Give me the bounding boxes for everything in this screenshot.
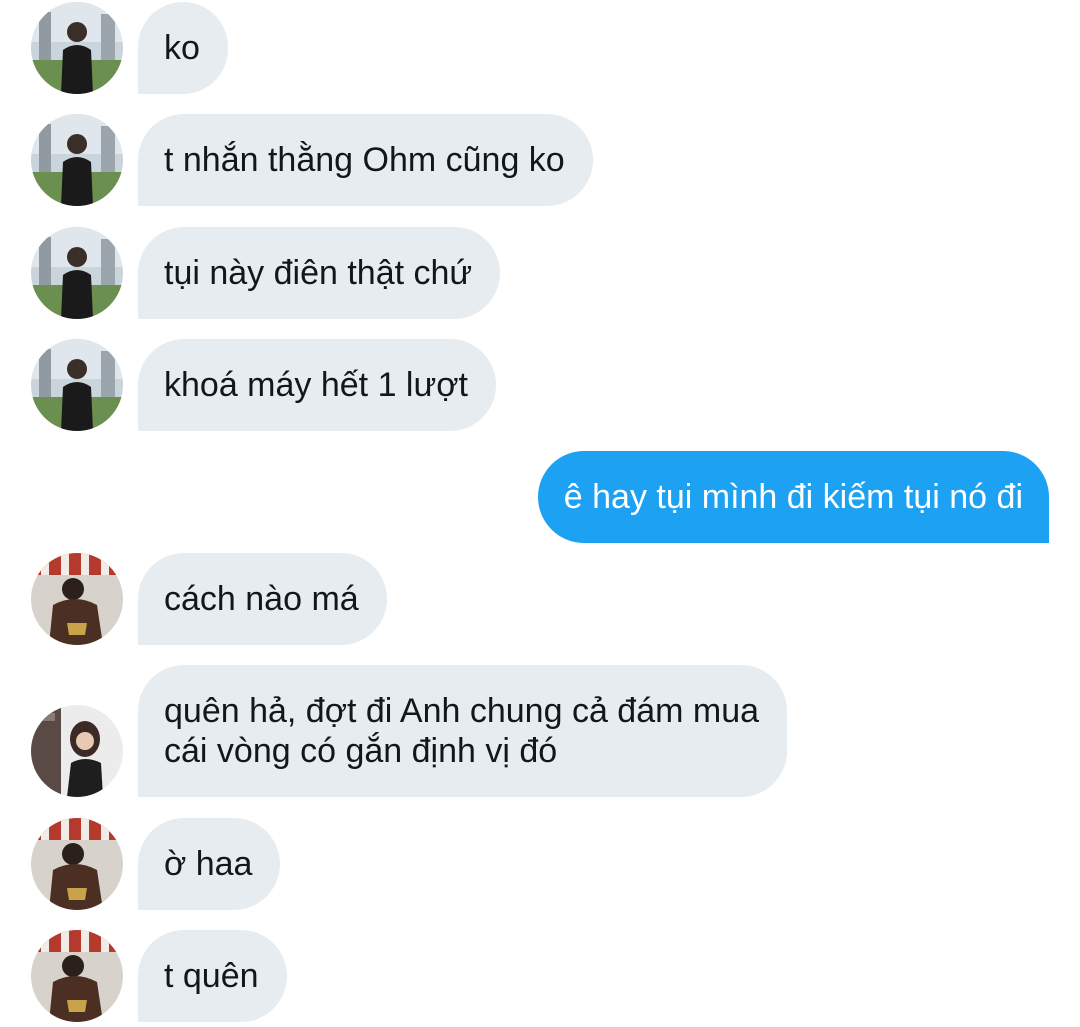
message-bubble[interactable]: cách nào má: [138, 553, 387, 645]
message-text: t nhắn thằng Ohm cũng ko: [164, 141, 565, 179]
avatar-icon[interactable]: [31, 553, 123, 645]
message-text: tụi này điên thật chứ: [164, 254, 473, 292]
message-bubble-outgoing[interactable]: ê hay tụi mình đi kiếm tụi nó đi: [537, 451, 1049, 543]
avatar-icon[interactable]: [31, 818, 123, 910]
message-text: ê hay tụi mình đi kiếm tụi nó đi: [563, 478, 1023, 516]
message-bubble[interactable]: t quên: [138, 930, 287, 1022]
avatar-icon[interactable]: [31, 705, 123, 797]
avatar-icon[interactable]: [31, 339, 123, 431]
message-text: cách nào má: [164, 580, 359, 618]
message-bubble[interactable]: ờ haa: [138, 818, 281, 910]
message-text-line: quên hả, đợt đi Anh chung cả đám mua: [164, 692, 760, 730]
message-text: t quên: [164, 957, 259, 995]
message-text: ờ haa: [164, 845, 253, 883]
message-text: khoá máy hết 1 lượt: [164, 366, 468, 404]
avatar-icon[interactable]: [31, 227, 123, 319]
message-bubble[interactable]: quên hả, đợt đi Anh chung cả đám mua cái…: [138, 665, 788, 797]
message-bubble[interactable]: khoá máy hết 1 lượt: [138, 339, 496, 431]
avatar-icon[interactable]: [31, 2, 123, 94]
message-text-line: cái vòng có gắn định vị đó: [164, 732, 558, 770]
message-bubble[interactable]: tụi này điên thật chứ: [138, 227, 501, 319]
message-text: ko: [164, 29, 200, 67]
message-bubble[interactable]: ko: [138, 2, 228, 94]
avatar-icon[interactable]: [31, 114, 123, 206]
message-bubble[interactable]: t nhắn thằng Ohm cũng ko: [138, 114, 593, 206]
avatar-icon[interactable]: [31, 930, 123, 1022]
